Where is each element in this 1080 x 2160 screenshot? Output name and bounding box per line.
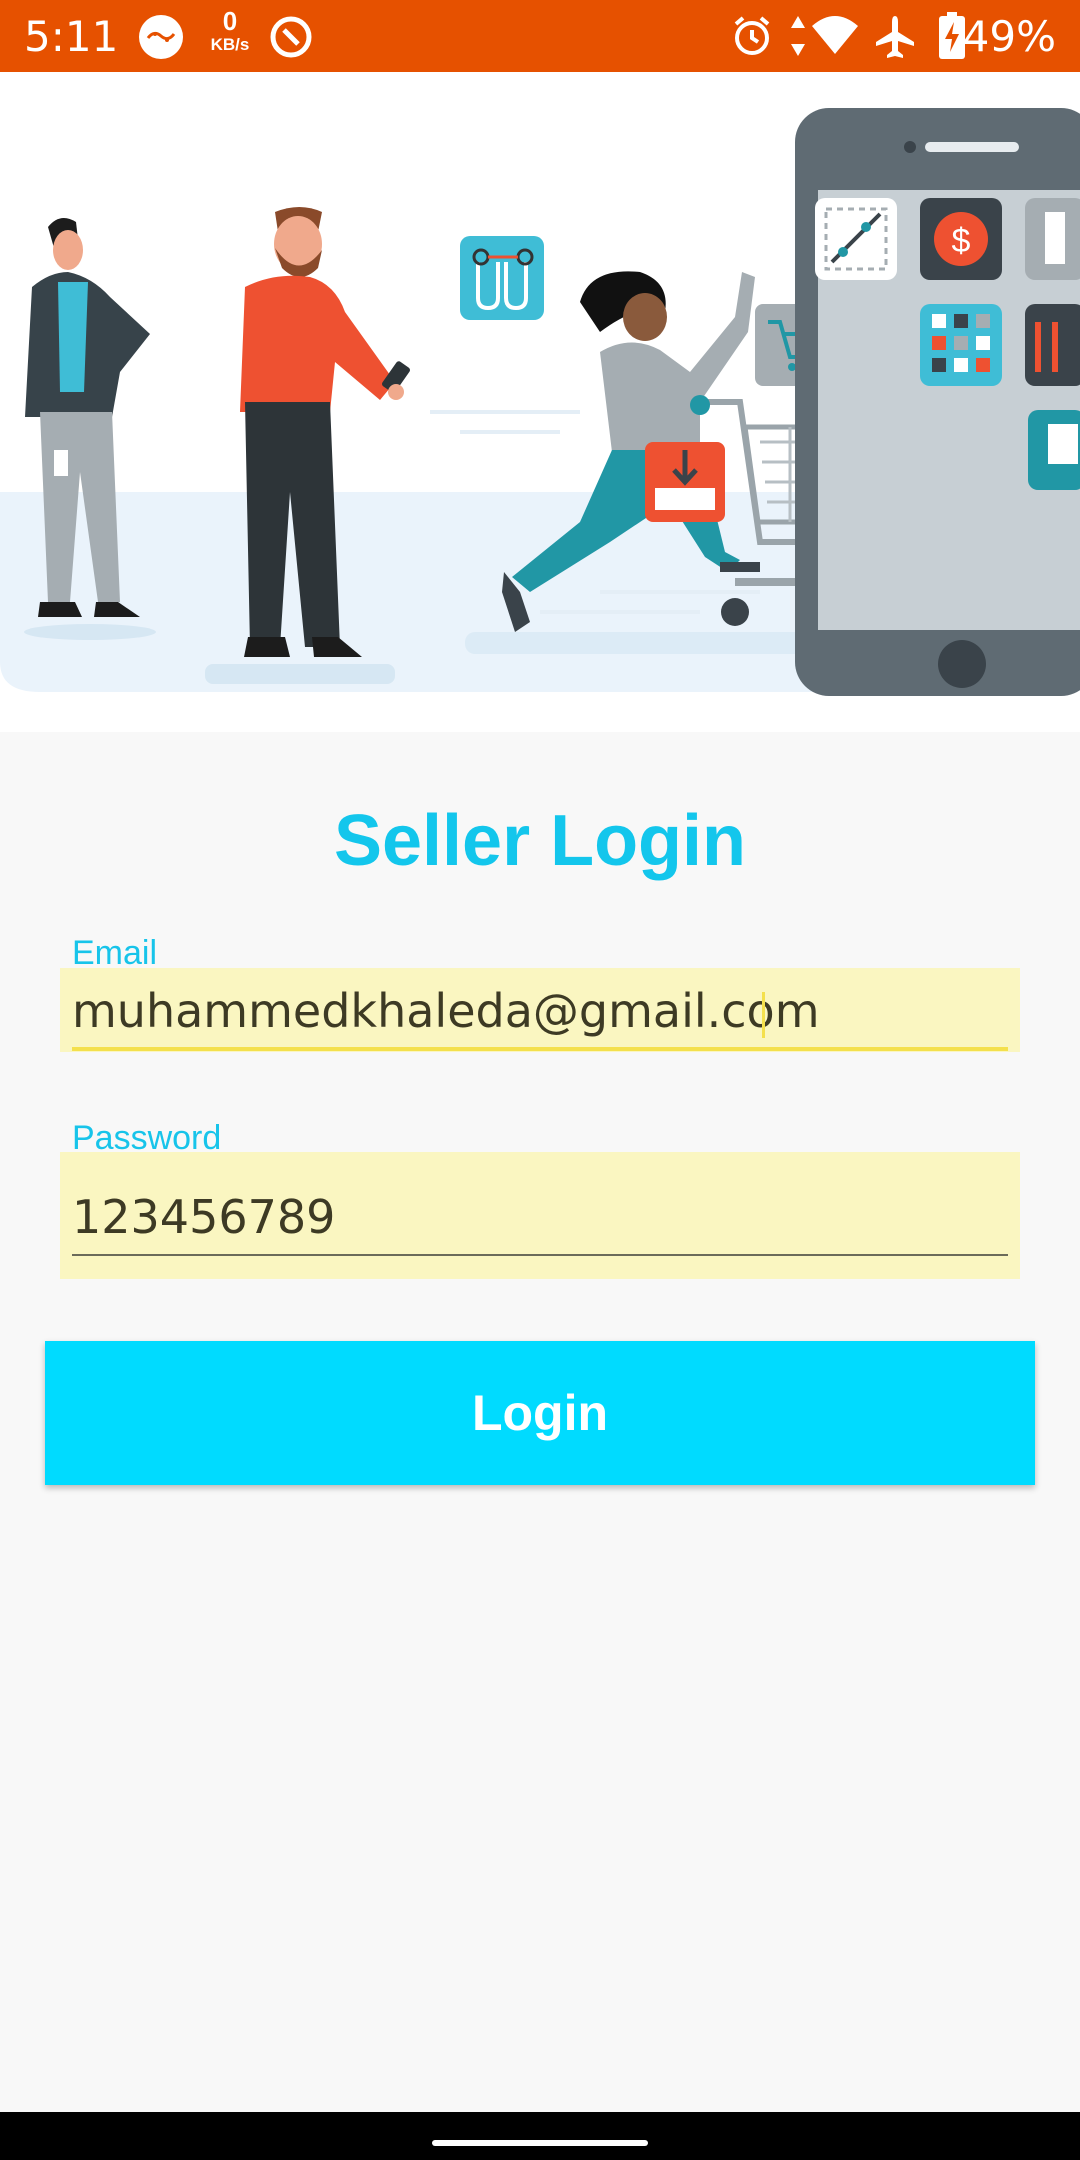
phone-illustration: $ (795, 108, 1080, 696)
password-input-value[interactable]: 123456789 (72, 1190, 335, 1244)
data-arrows-icon (788, 14, 808, 63)
wifi-icon (810, 14, 860, 63)
password-underline (72, 1254, 1008, 1256)
home-indicator[interactable] (432, 2140, 648, 2146)
net-speed-value: 0 (222, 6, 238, 36)
email-underline (72, 1047, 1008, 1051)
netspeed-icon: 0 KB/s (202, 8, 258, 53)
status-time: 5:11 (24, 12, 119, 61)
alarm-icon (730, 14, 774, 63)
status-bar: 5:11 0 KB/s 49% (0, 0, 1080, 72)
text-cursor (762, 992, 765, 1038)
navigation-bar (0, 2112, 1080, 2160)
binder-clip-illustration (460, 236, 544, 320)
login-button[interactable]: Login (45, 1341, 1035, 1485)
email-input-value[interactable]: muhammedkhaleda@gmail.com (72, 984, 820, 1038)
airplane-mode-icon (872, 14, 918, 65)
page-title: Seller Login (333, 801, 747, 881)
svg-text:$: $ (952, 222, 971, 260)
net-speed-unit: KB/s (210, 35, 250, 54)
data-saver-icon (268, 14, 314, 65)
hero-illustration: $ (0, 72, 1080, 732)
ring-logo-icon (138, 14, 184, 65)
battery-percent: 49% (962, 12, 1056, 61)
